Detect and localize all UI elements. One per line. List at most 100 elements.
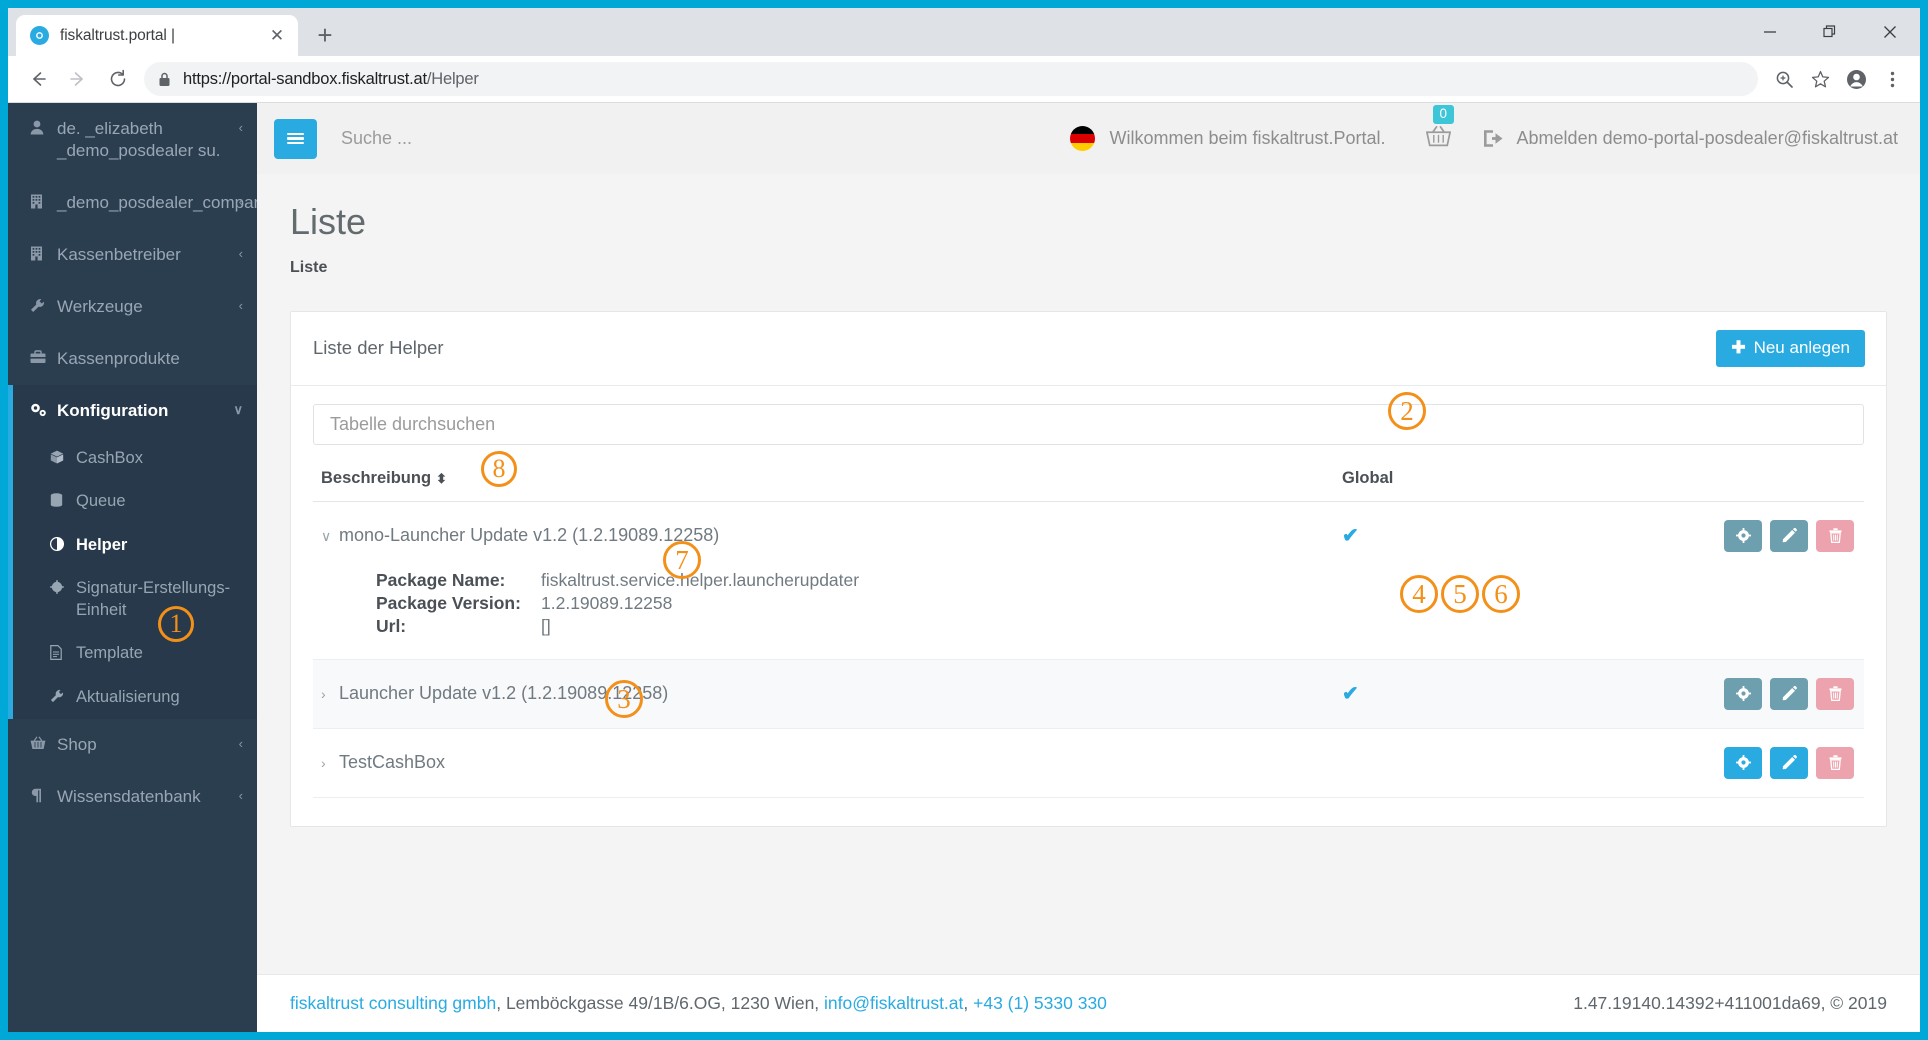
sidebar-item-label: Helper xyxy=(76,535,128,554)
burger-icon[interactable] xyxy=(274,118,317,159)
chevron-down-icon[interactable]: ∨ xyxy=(321,528,339,545)
logout-label: Abmelden demo-portal-posdealer@fiskaltru… xyxy=(1516,128,1898,148)
forward-icon[interactable] xyxy=(58,59,98,99)
table-search-input[interactable] xyxy=(313,403,1864,445)
basket-icon xyxy=(1425,125,1451,151)
sidebar-item-label: Aktualisierung xyxy=(76,687,180,706)
german-flag-icon[interactable] xyxy=(1070,126,1096,151)
delete-button[interactable] xyxy=(1816,746,1854,779)
chevron-right-icon[interactable]: › xyxy=(321,755,339,771)
cell-description[interactable]: › Launcher Update v1.2 (1.2.19089.12258) xyxy=(313,659,1334,729)
sidebar-item-user[interactable]: de. _elizabeth _demo_posdealer su. ‹ xyxy=(8,103,257,177)
sidebar-item-wissensdatenbank[interactable]: Wissensdatenbank ‹ xyxy=(8,771,257,823)
table-row[interactable]: › Launcher Update v1.2 (1.2.19089.12258) … xyxy=(313,659,1864,729)
card-body: Beschreibung⬍ Global xyxy=(291,386,1886,826)
footer-phone-link[interactable]: +43 (1) 5330 330 xyxy=(973,993,1107,1013)
chevron-right-icon[interactable]: › xyxy=(321,686,339,702)
sidebar-item-helper[interactable]: Helper xyxy=(8,524,257,567)
footer-left: fiskaltrust consulting gmbh, Lemböckgass… xyxy=(290,993,1107,1014)
sign-out-icon xyxy=(1483,129,1504,148)
back-icon[interactable] xyxy=(18,59,58,99)
restore-icon[interactable] xyxy=(1800,8,1860,56)
logout-button[interactable]: Abmelden demo-portal-posdealer@fiskaltru… xyxy=(1483,128,1898,149)
sidebar-item-label: Werkzeuge xyxy=(57,296,143,316)
footer-company-link[interactable]: fiskaltrust consulting gmbh xyxy=(290,993,496,1013)
sidebar-item-konfiguration[interactable]: Konfiguration ∨ xyxy=(8,384,257,438)
column-header-global: Global xyxy=(1334,462,1634,502)
sidebar-item-aktualisierung[interactable]: Aktualisierung xyxy=(8,676,257,719)
window-controls xyxy=(1740,8,1920,56)
sidebar-item-kassenbetreiber[interactable]: Kassenbetreiber ‹ xyxy=(8,229,257,281)
settings-button[interactable] xyxy=(1724,519,1762,552)
sidebar-item-kassenprodukte[interactable]: Kassenprodukte xyxy=(8,333,257,385)
edit-button[interactable] xyxy=(1770,746,1808,779)
top-bar-right: Wilkommen beim fiskaltrust.Portal. 0 Abm… xyxy=(1070,105,1898,152)
cart-button[interactable]: 0 xyxy=(1425,105,1455,152)
cell-description[interactable]: ∨ mono-Launcher Update v1.2 (1.2.19089.12… xyxy=(313,501,1334,570)
detail-value: [] xyxy=(541,615,551,636)
table-head: Beschreibung ⬍ Global xyxy=(313,462,1864,502)
tab-strip: fiskaltrust.portal | ✕ + xyxy=(8,8,1920,56)
sidebar-item-company[interactable]: _demo_posdealer_company ‹ xyxy=(8,177,257,229)
avatar[interactable] xyxy=(1838,61,1874,97)
detail-panel: Package Name: fiskaltrust.service.helper… xyxy=(313,569,1864,660)
card-title: Liste der Helper xyxy=(313,337,444,359)
detail-value: 1.2.19089.12258 xyxy=(541,592,673,613)
chevron-left-icon: ‹ xyxy=(238,193,243,209)
sidebar-item-label: Signatur-Erstellungs-Einheit xyxy=(76,579,231,619)
close-icon[interactable]: ✕ xyxy=(266,25,288,47)
settings-button[interactable] xyxy=(1724,746,1762,779)
sidebar-item-queue[interactable]: Queue xyxy=(8,480,257,523)
sort-icon: ⬍ xyxy=(436,470,447,486)
bookmark-star-icon[interactable] xyxy=(1802,61,1838,97)
sidebar-item-label: Konfiguration xyxy=(57,400,169,420)
search-input[interactable]: Suche ... xyxy=(341,128,1070,149)
chevron-left-icon: ‹ xyxy=(238,736,243,752)
footer-email-link[interactable]: info@fiskaltrust.at xyxy=(824,993,963,1013)
sidebar-item-label: Shop xyxy=(57,735,97,755)
sidebar-item-label: Queue xyxy=(76,492,126,511)
building-icon xyxy=(30,192,57,214)
building-icon xyxy=(30,244,57,266)
row-description: TestCashBox xyxy=(339,752,446,773)
settings-button[interactable] xyxy=(1724,677,1762,710)
new-tab-button[interactable]: + xyxy=(308,18,342,52)
sidebar-item-template[interactable]: Template xyxy=(8,632,257,675)
page-title: Liste xyxy=(290,201,367,242)
column-label: Beschreibung xyxy=(321,468,432,487)
edit-button[interactable] xyxy=(1770,519,1808,552)
row-action-buttons xyxy=(1642,677,1854,710)
table-row[interactable]: ∨ mono-Launcher Update v1.2 (1.2.19089.12… xyxy=(313,501,1864,570)
delete-button[interactable] xyxy=(1816,677,1854,710)
delete-button[interactable] xyxy=(1816,519,1854,552)
sidebar-item-cashbox[interactable]: CashBox xyxy=(8,437,257,480)
sidebar-item-shop[interactable]: Shop ‹ xyxy=(8,719,257,771)
sidebar-item-signatur-erstellungs-einheit[interactable]: Signatur-Erstellungs-Einheit xyxy=(8,567,257,632)
reload-icon[interactable] xyxy=(98,59,138,99)
address-bar[interactable]: https://portal-sandbox.fiskaltrust.at/He… xyxy=(144,62,1758,96)
detail-grid: Package Name: fiskaltrust.service.helper… xyxy=(321,570,1864,637)
tab-title: fiskaltrust.portal | xyxy=(60,26,175,44)
browser-menu-icon[interactable] xyxy=(1874,61,1910,97)
edit-button[interactable] xyxy=(1770,677,1808,710)
row-action-buttons xyxy=(1642,519,1854,552)
footer-version: 1.47.19140.14392+411001da69, © 2019 xyxy=(1573,993,1887,1013)
close-window-icon[interactable] xyxy=(1860,8,1920,56)
sidebar-item-werkzeuge[interactable]: Werkzeuge ‹ xyxy=(8,281,257,333)
wrench-icon xyxy=(30,296,57,318)
new-button[interactable]: ✚ Neu anlegen xyxy=(1716,329,1865,367)
minimize-icon[interactable] xyxy=(1740,8,1800,56)
browser-tab[interactable]: fiskaltrust.portal | ✕ xyxy=(16,15,298,56)
cube-icon xyxy=(50,448,76,468)
table-row[interactable]: › TestCashBox xyxy=(313,728,1864,798)
chevron-left-icon: ‹ xyxy=(238,297,243,313)
user-icon xyxy=(30,118,57,140)
helper-table: Beschreibung ⬍ Global ∨ mono-Launcher Up… xyxy=(313,462,1864,798)
content-column: Suche ... Wilkommen beim fiskaltrust.Por… xyxy=(257,103,1920,1032)
column-header-beschreibung[interactable]: Beschreibung ⬍ xyxy=(313,462,1334,502)
basket-icon xyxy=(30,734,57,755)
paragraph-icon xyxy=(30,786,57,808)
zoom-icon[interactable] xyxy=(1766,61,1802,97)
cell-description[interactable]: › TestCashBox xyxy=(313,728,1334,798)
url-origin: https://portal-sandbox.fiskaltrust.at xyxy=(183,69,427,88)
